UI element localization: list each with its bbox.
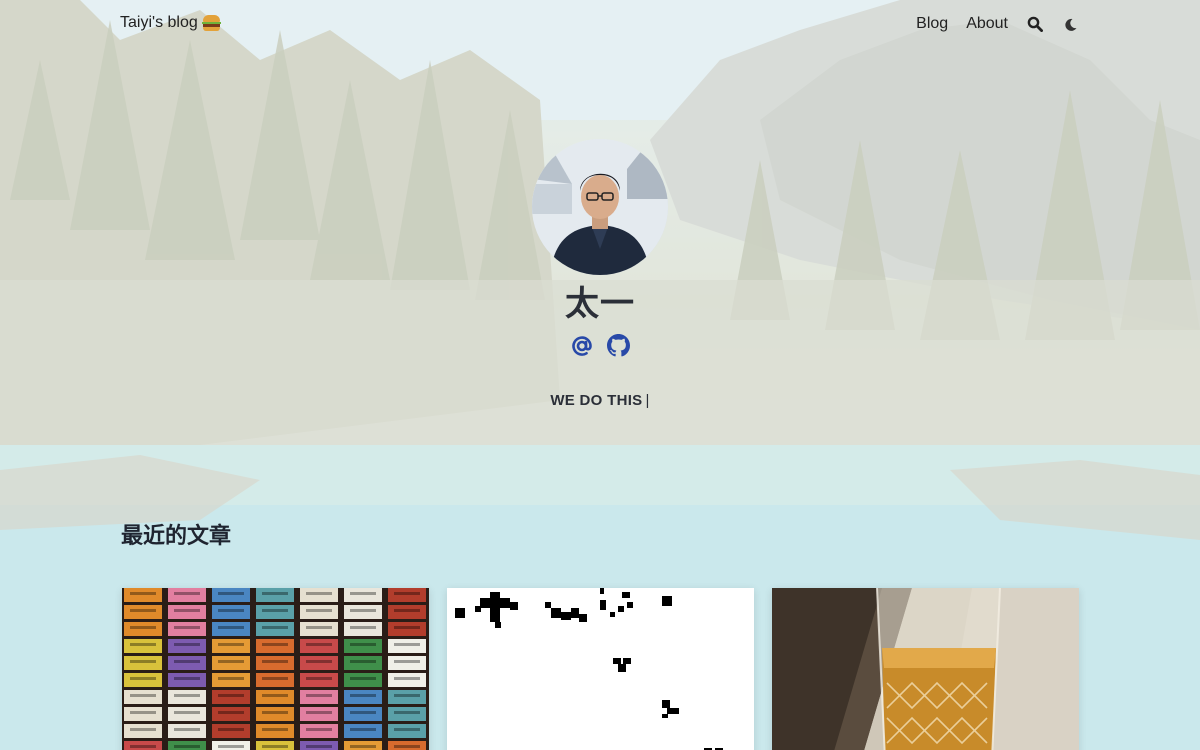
pixel-pattern-image	[447, 588, 754, 750]
profile-section: 太一 WE DO THIS |	[0, 139, 1200, 409]
moon-icon[interactable]	[1062, 14, 1080, 34]
site-header: Taiyi's blog Blog About	[0, 0, 1200, 50]
whiskey-glass-photo	[772, 588, 1079, 750]
main-nav: Blog About	[898, 14, 1080, 34]
search-icon[interactable]	[1026, 14, 1044, 34]
email-at-icon[interactable]	[569, 333, 594, 358]
typing-subtitle: WE DO THIS |	[0, 392, 1200, 409]
nav-link-about[interactable]: About	[966, 15, 1008, 33]
github-icon[interactable]	[606, 333, 631, 358]
colorful-boxes-photo	[122, 588, 429, 750]
hamburger-emoji-icon	[201, 14, 221, 32]
post-card[interactable]	[122, 588, 429, 750]
typing-caret: |	[645, 392, 650, 409]
social-links	[0, 333, 1200, 358]
recent-posts-list	[122, 588, 1079, 750]
brand-title: Taiyi's blog	[120, 14, 198, 31]
brand-link[interactable]: Taiyi's blog	[120, 14, 221, 32]
post-card[interactable]	[772, 588, 1079, 750]
post-card[interactable]	[447, 588, 754, 750]
subtitle-text: WE DO THIS	[550, 392, 643, 409]
avatar	[532, 139, 668, 275]
profile-name: 太一	[565, 284, 635, 324]
recent-posts-heading: 最近的文章	[121, 524, 232, 549]
nav-link-blog[interactable]: Blog	[916, 15, 948, 33]
